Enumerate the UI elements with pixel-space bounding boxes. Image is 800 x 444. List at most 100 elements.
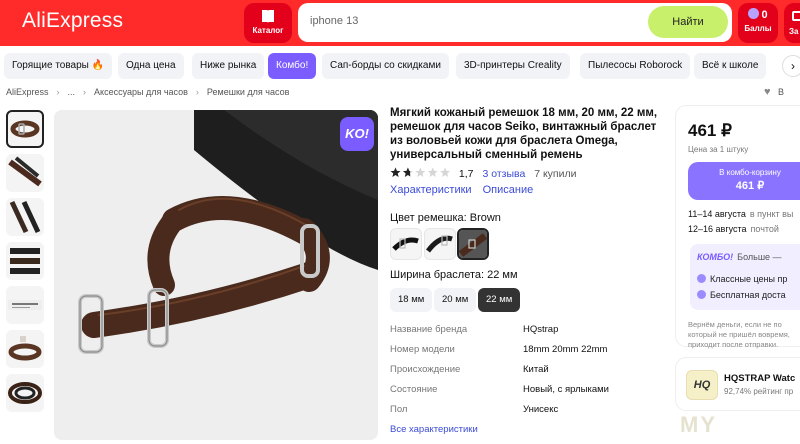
chip-hot-deals[interactable]: Горящие товары 🔥 <box>4 53 113 79</box>
find-button[interactable]: Найти <box>648 6 728 38</box>
add-to-combo-cart-button[interactable]: В комбо-корзину 461 ₽ <box>688 162 800 200</box>
watermark: MY <box>680 412 717 437</box>
points-label: Баллы <box>744 24 772 33</box>
promo-title: КОМБО! Больше — <box>697 252 782 262</box>
category-chips: Горящие товары 🔥 Одна цена Ниже рынка Ко… <box>4 53 800 79</box>
favorite-label[interactable]: В <box>778 87 784 97</box>
chip-below-market[interactable]: Ниже рынка <box>192 53 265 79</box>
breadcrumb-separator: › <box>83 87 87 97</box>
delivery-date: 11–14 августа <box>688 209 746 219</box>
product-tabs: Характеристики Описание <box>390 184 541 196</box>
thumbnail-2[interactable] <box>6 154 44 192</box>
top-header: AliExpress Каталог iphone 13 Найти 0 Бал… <box>0 0 800 46</box>
spec-name: Происхождение <box>390 364 461 375</box>
price-note: Цена за 1 штуку <box>688 145 749 154</box>
flame-icon <box>697 274 706 283</box>
breadcrumb-ellipsis[interactable]: ... <box>68 87 76 97</box>
thumbnail-1[interactable] <box>6 110 44 148</box>
promo-item: Бесплатная доста <box>697 290 786 300</box>
delivery-option-pickup[interactable]: 11–14 августа в пункт вы <box>688 209 793 219</box>
chip-3d-printers[interactable]: 3D-принтеры Creality <box>456 53 570 79</box>
color-swatch-brown[interactable] <box>457 228 489 260</box>
spec-value: Новый, с ярлыками <box>523 384 609 395</box>
combo-cart-price: 461 ₽ <box>735 180 765 192</box>
store-logo: HQ <box>686 370 718 400</box>
spec-value: Китай <box>523 364 549 375</box>
search-query: iphone 13 <box>310 15 359 27</box>
delivery-date: 12–16 августа <box>688 224 747 234</box>
all-specs-link[interactable]: Все характеристики <box>390 424 478 435</box>
store-name[interactable]: HQSTRAP Watc <box>724 373 795 384</box>
tab-characteristics[interactable]: Характеристики <box>390 184 472 196</box>
orders-button[interactable]: За <box>784 3 800 43</box>
thumbnail-7[interactable] <box>6 374 44 412</box>
promo-item-text: Классные цены пр <box>710 274 788 284</box>
rating-value: 1,7 <box>458 168 474 180</box>
aliexpress-logo[interactable]: AliExpress <box>22 9 123 33</box>
truck-icon <box>697 290 706 299</box>
promo-more: Больше — <box>737 252 782 262</box>
breadcrumb-home[interactable]: AliExpress <box>6 87 49 97</box>
spec-name: Название бренда <box>390 324 468 335</box>
sold-count: 7 купили <box>534 168 577 180</box>
strap-color-label: Цвет ремешка: Brown <box>390 212 501 224</box>
catalog-label: Каталог <box>252 26 284 35</box>
delivery-note: в пункт вы <box>749 209 794 219</box>
thumbnail-4[interactable] <box>6 242 44 280</box>
points-icon <box>748 8 760 19</box>
thumbnail-6[interactable] <box>6 330 44 368</box>
product-title: Мягкий кожаный ремешок 18 мм, 20 мм, 22 … <box>390 107 658 161</box>
spec-name: Пол <box>390 404 408 415</box>
color-swatch-black-2[interactable] <box>424 228 456 260</box>
catalog-button[interactable]: Каталог <box>244 3 292 43</box>
delivery-option-post[interactable]: 12–16 августа почтой <box>688 224 779 234</box>
product-main-image[interactable] <box>54 110 378 440</box>
points-button[interactable]: 0 Баллы <box>738 3 778 43</box>
price: 461 ₽ <box>688 121 732 140</box>
book-icon <box>262 10 274 23</box>
thumbnail-3[interactable] <box>6 198 44 236</box>
refund-note: Вернём деньги, если не по который не при… <box>688 320 790 349</box>
size-option-20mm[interactable]: 20 мм <box>434 288 477 312</box>
chip-one-price[interactable]: Одна цена <box>118 53 184 79</box>
breadcrumb-separator: › <box>56 87 60 97</box>
spec-name: Номер модели <box>390 344 455 355</box>
chips-next-button[interactable]: › <box>782 55 800 77</box>
promo-item: Классные цены пр <box>697 274 787 284</box>
reviews-link[interactable]: 3 отзыва <box>482 168 525 180</box>
size-option-18mm[interactable]: 18 мм <box>390 288 433 312</box>
spec-name: Состояние <box>390 384 438 395</box>
delivery-note: почтой <box>750 224 779 234</box>
breadcrumb: AliExpress ›... › Аксессуары для часов › Реме… <box>6 87 289 97</box>
spec-value: HQstrap <box>523 324 559 335</box>
star-icon <box>415 167 426 177</box>
box-icon <box>792 11 800 21</box>
chip-vacuums[interactable]: Пылесосы Roborock <box>580 53 691 79</box>
combo-cart-label: В комбо-корзину <box>719 168 781 177</box>
tab-description[interactable]: Описание <box>483 184 534 196</box>
combo-badge: KO! <box>340 117 374 151</box>
breadcrumb-watch-accessories[interactable]: Аксессуары для часов <box>94 87 188 97</box>
bracelet-width-label: Ширина браслета: 22 мм <box>390 269 518 281</box>
combo-brand: КОМБО! <box>697 252 734 262</box>
star-icon <box>390 167 401 177</box>
star-icon <box>427 167 438 177</box>
chip-sup-boards[interactable]: Сап-борды со скидками <box>322 53 449 79</box>
size-option-22mm[interactable]: 22 мм <box>478 288 521 312</box>
store-rating: 92,74% рейтинг пр <box>724 387 794 396</box>
orders-label: За <box>789 27 799 36</box>
breadcrumb-separator: › <box>195 87 199 97</box>
spec-value: 18mm 20mm 22mm <box>523 344 608 355</box>
heart-icon[interactable]: ♥ <box>764 86 771 98</box>
star-icon <box>402 167 413 177</box>
chip-combo[interactable]: Комбо! <box>268 53 317 79</box>
breadcrumb-watch-straps[interactable]: Ремешки для часов <box>207 87 289 97</box>
points-count: 0 <box>761 9 768 21</box>
color-swatch-black[interactable] <box>390 228 422 260</box>
chip-back-to-school[interactable]: Всё к школе <box>694 53 767 79</box>
spec-value: Унисекс <box>523 404 559 415</box>
star-icon <box>440 167 451 177</box>
thumbnail-5[interactable] <box>6 286 44 324</box>
rating-row: 1,7 3 отзыва 7 купили <box>390 167 576 181</box>
promo-item-text: Бесплатная доста <box>710 290 786 300</box>
